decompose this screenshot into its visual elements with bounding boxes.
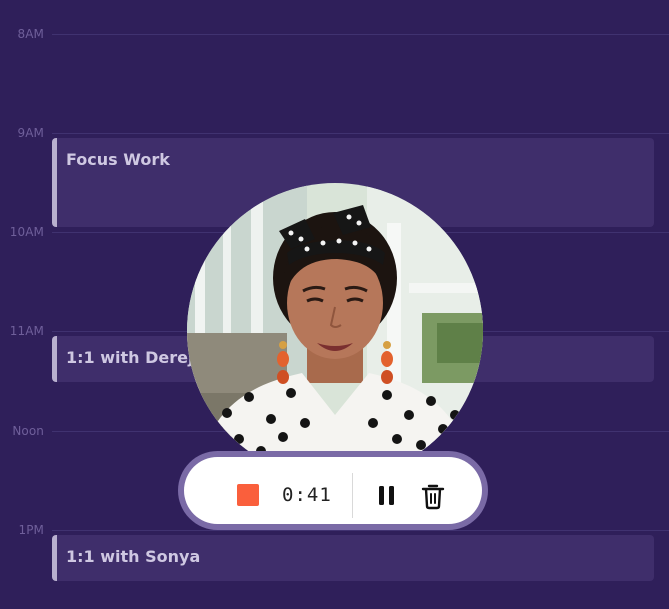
pause-recording-button[interactable] <box>372 481 402 511</box>
hour-label: 1PM <box>18 523 44 537</box>
hour-line <box>52 34 669 35</box>
hour-label: 11AM <box>9 324 44 338</box>
hour-line <box>52 133 669 134</box>
trash-icon <box>421 484 445 510</box>
event-1on1-sonya[interactable]: 1:1 with Sonya <box>52 535 654 581</box>
hour-label: 8AM <box>17 27 44 41</box>
webcam-preview[interactable] <box>187 183 483 479</box>
stop-icon <box>237 484 259 506</box>
hour-row-9am: 9AM <box>0 126 669 140</box>
event-title: Focus Work <box>66 150 170 169</box>
event-title: 1:1 with Sonya <box>66 547 201 566</box>
recording-controls-panel: 0:41 <box>184 457 482 524</box>
hour-label: 9AM <box>17 126 44 140</box>
stop-recording-button[interactable] <box>230 479 262 511</box>
recording-controls: 0:41 <box>178 451 488 530</box>
hour-label: Noon <box>12 424 44 438</box>
hour-label: 10AM <box>9 225 44 239</box>
pause-icon <box>379 486 394 505</box>
delete-recording-button[interactable] <box>418 481 448 511</box>
hour-line <box>52 530 669 531</box>
hour-row-1pm: 1PM <box>0 523 669 537</box>
controls-divider <box>352 473 353 518</box>
recording-timer: 0:41 <box>282 484 332 506</box>
hour-row-8am: 8AM <box>0 27 669 41</box>
webcam-video-frame <box>187 183 483 479</box>
